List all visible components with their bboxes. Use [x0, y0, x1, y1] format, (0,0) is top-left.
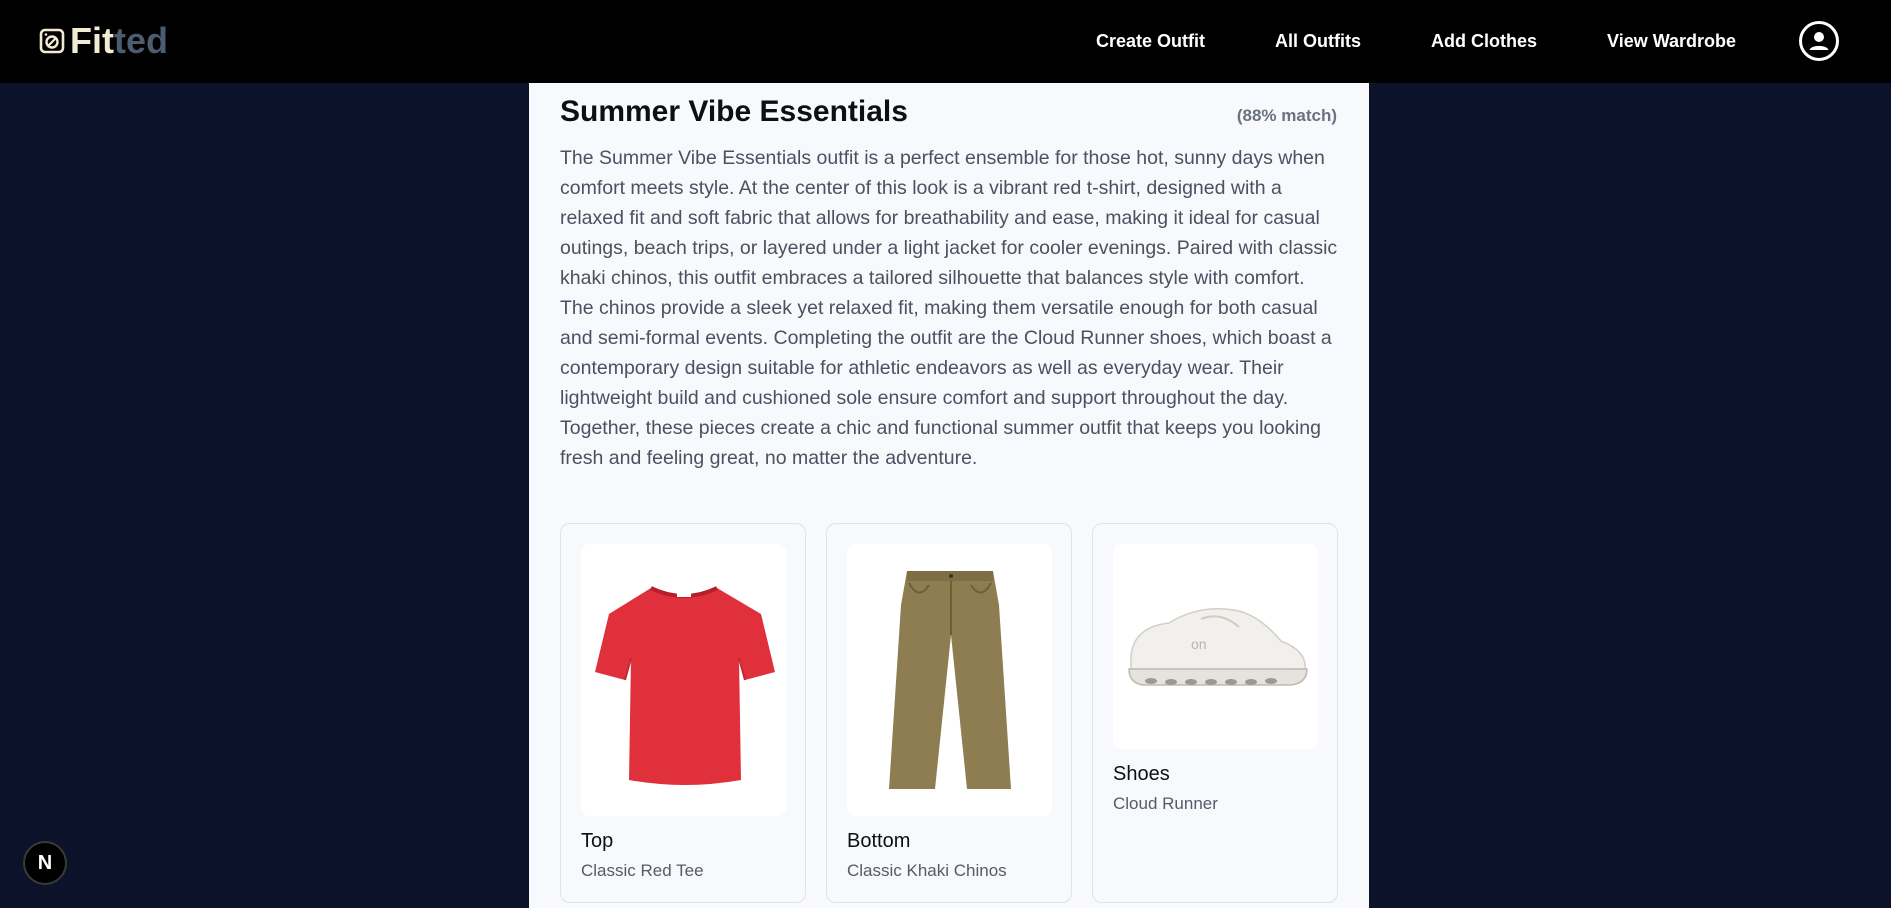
nextjs-dev-badge[interactable]: N [23, 841, 67, 885]
nav-links: Create Outfit All Outfits Add Clothes Vi… [1096, 0, 1736, 83]
white-sneaker-image: on [1113, 544, 1318, 749]
outfit-detail-panel: Summer Vibe Essentials (88% match) The S… [529, 83, 1369, 908]
item-card-top[interactable]: Top Classic Red Tee [560, 523, 806, 903]
item-name: Cloud Runner [1113, 794, 1218, 813]
brand-name-part1: Fit [70, 20, 114, 61]
top-navbar: Fitted Create Outfit All Outfits Add Clo… [0, 0, 1891, 83]
outfit-header: Summer Vibe Essentials (88% match) [560, 95, 1337, 129]
item-category: Bottom [847, 830, 911, 852]
item-card-bottom[interactable]: Bottom Classic Khaki Chinos [826, 523, 1072, 903]
svg-text:on: on [1191, 636, 1207, 652]
item-name: Classic Khaki Chinos [847, 861, 1007, 880]
khaki-chinos-image [847, 544, 1052, 816]
outfit-items: Top Classic Red Tee Bottom Classic Khaki… [560, 523, 1338, 903]
nav-view-wardrobe[interactable]: View Wardrobe [1607, 31, 1736, 52]
item-card-shoes[interactable]: on Shoes Cloud Runner [1092, 523, 1338, 903]
match-score-badge: (88% match) [1236, 106, 1337, 125]
nav-create-outfit[interactable]: Create Outfit [1096, 31, 1205, 52]
nav-all-outfits[interactable]: All Outfits [1275, 31, 1361, 52]
outfit-description: The Summer Vibe Essentials outfit is a p… [560, 147, 1338, 469]
item-category: Top [581, 830, 614, 852]
brand-name-part2: ted [113, 20, 168, 61]
item-category: Shoes [1113, 763, 1170, 785]
red-tshirt-image [581, 544, 786, 816]
outfit-title: Summer Vibe Essentials [560, 95, 908, 128]
item-name: Classic Red Tee [581, 861, 704, 880]
brand-logo[interactable]: Fitted [38, 20, 168, 62]
nav-add-clothes[interactable]: Add Clothes [1431, 31, 1537, 52]
user-circle-icon[interactable] [1799, 21, 1839, 61]
hanger-logo-icon [38, 27, 66, 55]
